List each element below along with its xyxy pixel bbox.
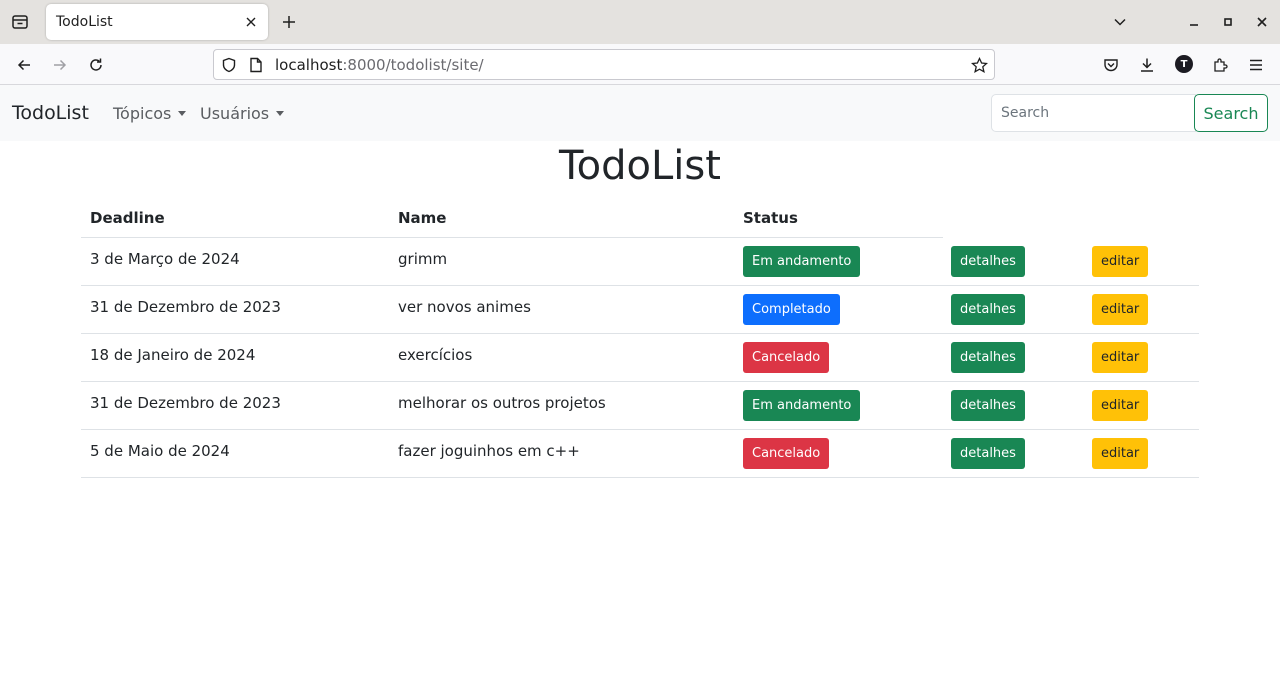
maximize-icon[interactable] <box>1218 12 1238 32</box>
url-text: localhost:8000/todolist/site/ <box>275 56 484 74</box>
search-button[interactable]: Search <box>1194 94 1268 132</box>
extensions-icon[interactable] <box>1208 53 1232 77</box>
table-row: 31 de Dezembro de 2023 melhorar os outro… <box>81 382 1199 430</box>
url-bar[interactable]: localhost:8000/todolist/site/ <box>213 49 995 80</box>
close-icon[interactable] <box>242 13 260 31</box>
edit-button[interactable]: editar <box>1092 390 1149 421</box>
details-button[interactable]: detalhes <box>951 246 1025 277</box>
caret-down-icon <box>276 111 285 116</box>
table-row: 5 de Maio de 2024 fazer joguinhos em c++… <box>81 430 1199 478</box>
shield-icon[interactable] <box>220 56 238 74</box>
status-badge: Em andamento <box>743 246 861 277</box>
site-navbar: TodoList Tópicos Usuários Search <box>0 85 1280 141</box>
minimize-icon[interactable] <box>1184 12 1204 32</box>
details-button[interactable]: detalhes <box>951 342 1025 373</box>
name-cell: fazer joguinhos em c++ <box>398 442 580 460</box>
page-title: TodoList <box>559 143 721 189</box>
back-arrow-icon[interactable] <box>12 53 36 77</box>
close-window-icon[interactable] <box>1252 12 1272 32</box>
nav-dropdown-usuarios[interactable]: Usuários <box>200 104 285 123</box>
status-badge: Completado <box>743 294 840 325</box>
status-badge: Em andamento <box>743 390 861 421</box>
table-row: 31 de Dezembro de 2023 ver novos animes … <box>81 286 1199 334</box>
reload-icon[interactable] <box>84 53 108 77</box>
details-button[interactable]: detalhes <box>951 294 1025 325</box>
column-header-status: Status <box>743 209 798 227</box>
forward-arrow-icon[interactable] <box>48 53 72 77</box>
star-icon[interactable] <box>970 56 988 74</box>
search-input[interactable] <box>991 94 1196 132</box>
status-badge: Cancelado <box>743 438 830 469</box>
nav-dropdown-label: Usuários <box>200 104 270 123</box>
menu-icon[interactable] <box>1244 53 1268 77</box>
details-button[interactable]: detalhes <box>951 390 1025 421</box>
table-row: 18 de Janeiro de 2024 exercícios Cancela… <box>81 334 1199 382</box>
navbar-brand[interactable]: TodoList <box>12 102 89 124</box>
url-host: localhost <box>275 56 343 74</box>
edit-button[interactable]: editar <box>1092 438 1149 469</box>
chevron-down-icon[interactable] <box>1110 12 1130 32</box>
todo-table: Deadline Name Status 3 de Março de 2024 … <box>81 197 1199 478</box>
deadline-cell: 5 de Maio de 2024 <box>90 442 230 460</box>
plus-icon[interactable] <box>278 11 300 33</box>
browser-toolbar: localhost:8000/todolist/site/ T <box>0 44 1280 85</box>
tab-list-icon[interactable] <box>8 10 32 34</box>
nav-dropdown-label: Tópicos <box>113 104 172 123</box>
name-cell: melhorar os outros projetos <box>398 394 606 412</box>
deadline-cell: 3 de Março de 2024 <box>90 250 240 268</box>
deadline-cell: 18 de Janeiro de 2024 <box>90 346 256 364</box>
name-cell: grimm <box>398 250 448 268</box>
status-badge: Cancelado <box>743 342 830 373</box>
table-header: Deadline Name Status <box>81 197 1199 238</box>
edit-button[interactable]: editar <box>1092 342 1149 373</box>
browser-tab[interactable]: TodoList <box>46 4 268 40</box>
download-icon[interactable] <box>1135 53 1159 77</box>
account-avatar[interactable]: T <box>1175 55 1193 73</box>
pocket-icon[interactable] <box>1099 53 1123 77</box>
deadline-cell: 31 de Dezembro de 2023 <box>90 298 281 316</box>
name-cell: exercícios <box>398 346 473 364</box>
caret-down-icon <box>178 111 187 116</box>
nav-dropdown-topicos[interactable]: Tópicos <box>113 104 187 123</box>
browser-tab-bar: TodoList <box>0 0 1280 44</box>
column-header-deadline: Deadline <box>90 209 165 227</box>
column-header-name: Name <box>398 209 447 227</box>
edit-button[interactable]: editar <box>1092 294 1149 325</box>
tab-title: TodoList <box>56 14 113 30</box>
deadline-cell: 31 de Dezembro de 2023 <box>90 394 281 412</box>
edit-button[interactable]: editar <box>1092 246 1149 277</box>
name-cell: ver novos animes <box>398 298 531 316</box>
page-icon <box>247 56 265 74</box>
table-row: 3 de Março de 2024 grimm Em andamento de… <box>81 238 1199 286</box>
url-path: :8000/todolist/site/ <box>342 56 484 74</box>
details-button[interactable]: detalhes <box>951 438 1025 469</box>
